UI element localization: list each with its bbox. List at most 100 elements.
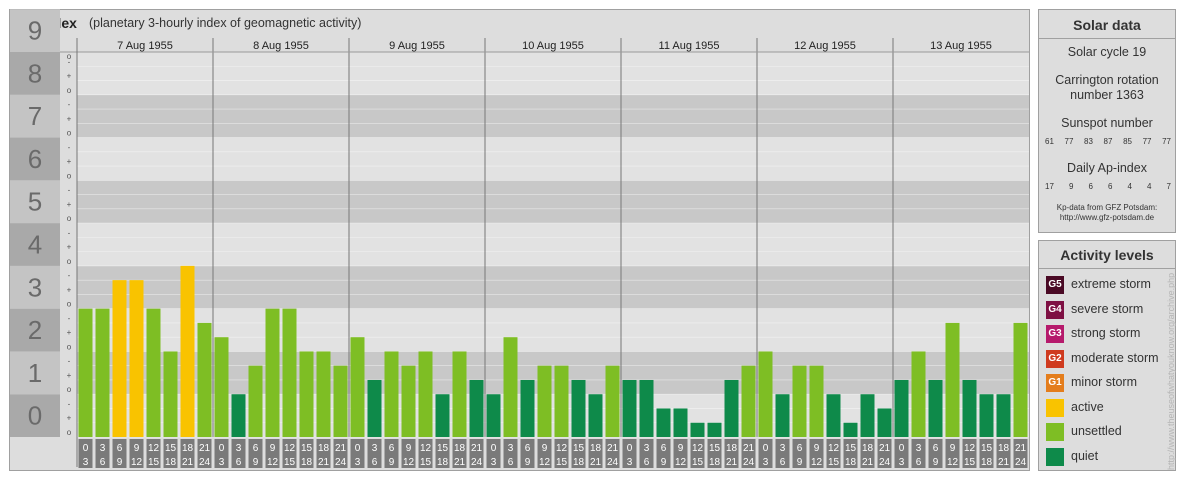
interval-start: 21 <box>743 443 755 454</box>
legend-label: minor storm <box>1071 375 1137 389</box>
interval-start: 18 <box>318 443 330 454</box>
interval-end: 3 <box>355 457 361 468</box>
kp-bar <box>197 322 212 437</box>
interval-start: 3 <box>644 443 650 454</box>
interval-end: 12 <box>675 457 687 468</box>
interval-end: 15 <box>148 457 160 468</box>
interval-end: 15 <box>828 457 840 468</box>
kp-bar <box>792 365 807 437</box>
sunspot-value: 77 <box>1162 137 1171 146</box>
kp-bar <box>724 379 739 437</box>
interval-start: 3 <box>372 443 378 454</box>
ap-value: 9 <box>1068 182 1074 191</box>
kp-bar <box>1013 322 1028 437</box>
interval-end: 3 <box>899 457 905 468</box>
sunspot-title: Sunspot number <box>1061 116 1153 130</box>
interval-end: 3 <box>219 457 225 468</box>
interval-end: 15 <box>420 457 432 468</box>
interval-end: 18 <box>981 457 993 468</box>
y-tick-label: 4 <box>28 230 42 260</box>
y-minor-tick: - <box>68 357 71 366</box>
ap-value: 7 <box>1166 182 1171 191</box>
interval-end: 6 <box>916 457 922 468</box>
interval-start: 0 <box>899 443 905 454</box>
interval-start: 15 <box>165 443 177 454</box>
kp-bar <box>588 394 603 437</box>
kp-bar <box>78 308 93 437</box>
interval-end: 9 <box>253 457 259 468</box>
interval-end: 3 <box>491 457 497 468</box>
interval-start: 18 <box>590 443 602 454</box>
interval-start: 15 <box>301 443 313 454</box>
interval-end: 3 <box>627 457 633 468</box>
interval-end: 21 <box>590 457 602 468</box>
kp-bar <box>911 351 926 437</box>
interval-start: 6 <box>933 443 939 454</box>
interval-start: 18 <box>726 443 738 454</box>
y-minor-tick: + <box>67 371 72 380</box>
interval-start: 15 <box>437 443 449 454</box>
kp-index-chart: 0123456789o+-o+-o+-o+-o+-o+-o+-o+-o+-o7 … <box>10 9 1029 468</box>
y-minor-tick: o <box>67 129 72 138</box>
kp-bar <box>945 322 960 437</box>
legend-item-extreme-storm: G5 extreme storm <box>1046 276 1176 296</box>
kp-bar <box>741 365 756 437</box>
kp-bar <box>486 394 501 437</box>
interval-end: 9 <box>525 457 531 468</box>
kp-bar <box>860 394 875 437</box>
carrington-rotation-line1: Carrington rotation <box>1055 73 1159 87</box>
legend-item-unsettled: unsettled <box>1046 423 1176 443</box>
y-minor-tick: o <box>67 428 72 437</box>
kp-bar <box>690 422 705 437</box>
legend-label: unsettled <box>1071 424 1122 438</box>
legend-label: extreme storm <box>1071 277 1151 291</box>
interval-start: 3 <box>916 443 922 454</box>
kp-bar <box>775 394 790 437</box>
kp-bar <box>112 280 127 437</box>
y-minor-tick: - <box>68 100 71 109</box>
kp-bar <box>962 379 977 437</box>
interval-start: 12 <box>556 443 568 454</box>
interval-end: 6 <box>780 457 786 468</box>
interval-end: 24 <box>1015 457 1027 468</box>
interval-start: 12 <box>148 443 160 454</box>
interval-end: 15 <box>284 457 296 468</box>
kp-bar <box>95 308 110 437</box>
interval-start: 0 <box>491 443 497 454</box>
interval-start: 15 <box>709 443 721 454</box>
kp-bar <box>180 265 195 437</box>
kp-bar <box>248 365 263 437</box>
interval-end: 15 <box>964 457 976 468</box>
y-tick-label: 3 <box>28 272 42 302</box>
ap-index-title: Daily Ap-index <box>1067 161 1147 175</box>
kp-bar <box>231 394 246 437</box>
activity-levels-divider <box>1039 268 1175 269</box>
interval-start: 3 <box>236 443 242 454</box>
interval-end: 21 <box>998 457 1010 468</box>
interval-start: 9 <box>134 443 140 454</box>
kp-bar <box>129 280 144 437</box>
kp-bar <box>418 351 433 437</box>
interval-end: 21 <box>318 457 330 468</box>
day-label: 8 Aug 1955 <box>253 40 309 52</box>
solar-data-panel: Solar data Solar cycle 19 Carrington rot… <box>1038 9 1176 233</box>
interval-end: 18 <box>301 457 313 468</box>
interval-end: 12 <box>131 457 143 468</box>
interval-start: 0 <box>763 443 769 454</box>
sunspot-value: 77 <box>1142 137 1152 146</box>
interval-end: 9 <box>389 457 395 468</box>
ap-value: 6 <box>1108 182 1113 191</box>
legend-swatch <box>1046 447 1064 466</box>
sunspot-value: 85 <box>1123 137 1132 146</box>
data-source-link[interactable]: http://www.gfz-potsdam.de <box>1039 213 1175 223</box>
interval-end: 24 <box>743 457 755 468</box>
y-minor-tick: + <box>67 200 72 209</box>
y-minor-tick: + <box>67 328 72 337</box>
interval-start: 9 <box>814 443 820 454</box>
interval-start: 21 <box>879 443 891 454</box>
y-minor-tick: - <box>68 399 71 408</box>
interval-end: 24 <box>607 457 619 468</box>
kp-bar <box>316 351 331 437</box>
legend-swatch: G2 <box>1046 349 1064 368</box>
kp-bar <box>979 394 994 437</box>
